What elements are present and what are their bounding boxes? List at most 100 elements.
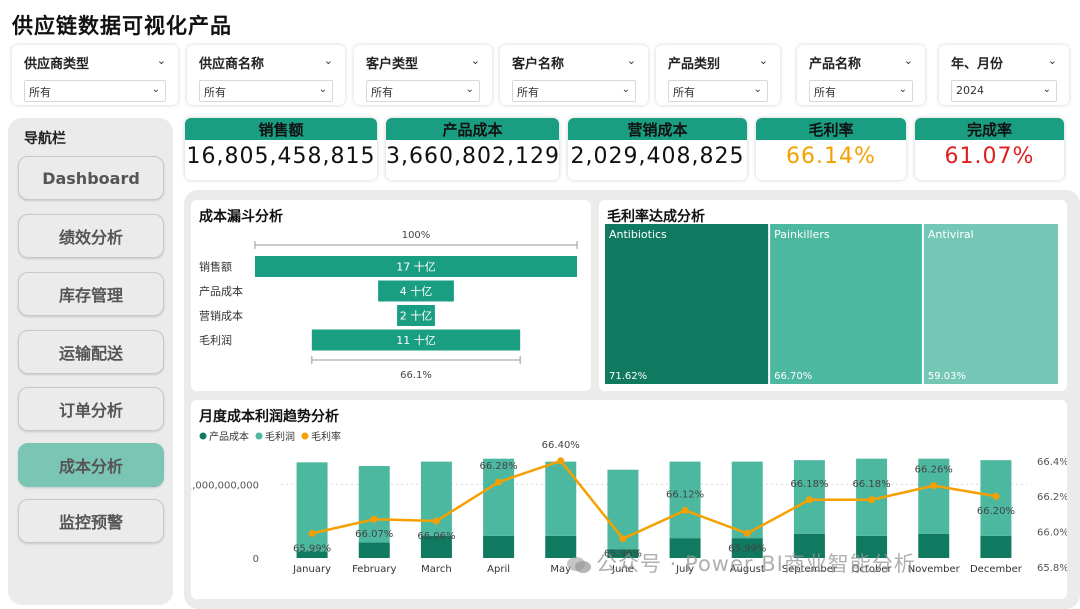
x-tick-label: March: [421, 564, 451, 575]
y-tick-label: 0: [253, 554, 259, 565]
filter-product-name[interactable]: 产品名称 ⌄ 所有 ⌄: [797, 45, 925, 105]
nav-button-alerts[interactable]: 监控预警: [18, 499, 164, 543]
kpi-value: 66.14%: [786, 144, 876, 169]
x-tick-label: January: [292, 564, 331, 575]
filter-label: 供应商名称: [199, 57, 265, 72]
chevron-down-icon[interactable]: ⌄: [759, 54, 768, 67]
kpi-label: 销售额: [185, 118, 377, 140]
treemap-value-label: 59.03%: [928, 371, 966, 382]
watermark-text: 公众号 · Power BI商业智能分析: [596, 552, 916, 576]
main-panel: 成本漏斗分析 100% 销售额 17 十亿 产品成本 4 十亿 营销成本 2 十亿 毛利润 11…: [184, 190, 1080, 609]
y2-tick-label: 66.0%: [1037, 528, 1067, 539]
legend-marker: [199, 432, 207, 440]
margin-point: [868, 496, 876, 504]
filter-select[interactable]: 所有 ⌄: [366, 80, 480, 102]
funnel-category-label: 产品成本: [199, 284, 243, 298]
nav-button-orders[interactable]: 订单分析: [18, 387, 164, 431]
nav-title: 导航栏: [24, 131, 66, 147]
chevron-down-icon[interactable]: ⌄: [324, 54, 333, 67]
funnel-value-label: 17 十亿: [396, 260, 436, 274]
funnel-top-label: 100%: [402, 230, 431, 241]
nav-button-inventory[interactable]: 库存管理: [18, 272, 164, 316]
legend-label: 产品成本: [209, 430, 249, 443]
bar-product-cost: [980, 535, 1012, 558]
y2-tick-label: 66.4%: [1037, 457, 1067, 468]
filter-label: 产品名称: [809, 57, 862, 72]
funnel-value-label: 2 十亿: [400, 309, 433, 323]
margin-data-label: 66.20%: [977, 506, 1015, 517]
treemap-cell: [770, 224, 922, 384]
margin-point: [557, 457, 565, 465]
nav-button-transport[interactable]: 运输配送: [18, 330, 164, 374]
funnel-chart: 100% 销售额 17 十亿产品成本 4 十亿营销成本 2 十亿毛利润 11 十亿 66.1…: [199, 230, 578, 381]
nav-button-cost[interactable]: 成本分析: [18, 443, 164, 487]
margin-point: [743, 529, 751, 537]
legend-label: 毛利率: [311, 430, 341, 443]
y2-tick-label: 66.2%: [1037, 492, 1067, 503]
wechat-icon: [567, 557, 591, 573]
kpi-card-completion-rate: 完成率 61.07%: [915, 118, 1064, 180]
margin-point: [619, 535, 627, 543]
chevron-down-icon: ⌄: [151, 84, 160, 95]
filter-year-month[interactable]: 年、月份 ⌄ 2024 ⌄: [939, 45, 1069, 105]
chevron-down-icon: ⌄: [1042, 84, 1051, 95]
kpi-value: 3,660,802,129: [386, 144, 559, 169]
treemap-cell: [923, 224, 1058, 384]
filter-select[interactable]: 所有 ⌄: [512, 80, 636, 102]
treemap-category-label: Antiviral: [928, 228, 974, 241]
filter-select[interactable]: 2024 ⌄: [951, 80, 1057, 102]
nav-button-dashboard[interactable]: Dashboard: [18, 156, 164, 200]
kpi-card-product-cost: 产品成本 3,660,802,129: [386, 118, 559, 180]
filter-select[interactable]: 所有 ⌄: [24, 80, 166, 102]
margin-point: [681, 506, 689, 514]
filter-customer-name[interactable]: 客户名称 ⌄ 所有 ⌄: [500, 45, 648, 105]
margin-point: [495, 478, 503, 486]
chevron-down-icon: ⌄: [898, 84, 907, 95]
margin-data-label: 66.26%: [915, 465, 953, 476]
treemap-panel: 毛利率达成分析 Antibiotics 71.62% Painkillers 66.7…: [599, 200, 1067, 391]
legend-marker: [301, 432, 309, 440]
chevron-down-icon[interactable]: ⌄: [471, 54, 480, 67]
kpi-value: 16,805,458,815: [186, 144, 376, 169]
margin-data-label: 66.18%: [853, 479, 891, 490]
funnel-panel: 成本漏斗分析 100% 销售额 17 十亿 产品成本 4 十亿 营销成本 2 十亿 毛利润 11…: [191, 200, 591, 391]
funnel-value-label: 11 十亿: [396, 333, 436, 347]
treemap-category-label: Antibiotics: [609, 228, 667, 241]
filter-supplier-type[interactable]: 供应商类型 ⌄ 所有 ⌄: [12, 45, 178, 105]
margin-point: [930, 482, 938, 490]
chevron-down-icon[interactable]: ⌄: [1048, 54, 1057, 67]
bar-gross-profit: [296, 462, 328, 552]
margin-point: [805, 496, 813, 504]
page-title: 供应链数据可视化产品: [12, 14, 232, 38]
kpi-card-marketing-cost: 营销成本 2,029,408,825: [568, 118, 747, 180]
filter-select[interactable]: 所有 ⌄: [809, 80, 913, 102]
treemap-category-label: Painkillers: [774, 228, 830, 241]
margin-data-label: 66.06%: [417, 531, 455, 542]
kpi-label: 完成率: [915, 118, 1064, 140]
margin-point: [370, 515, 378, 523]
filter-select[interactable]: 所有 ⌄: [199, 80, 333, 102]
filter-customer-type[interactable]: 客户类型 ⌄ 所有 ⌄: [354, 45, 492, 105]
filter-select[interactable]: 所有 ⌄: [668, 80, 768, 102]
nav-button-performance[interactable]: 绩效分析: [18, 214, 164, 258]
treemap-cell: [605, 224, 769, 384]
nav-panel: 导航栏 Dashboard 绩效分析 库存管理 运输配送 订单分析 成本分析 监…: [8, 118, 173, 605]
treemap-value-label: 66.70%: [774, 371, 812, 382]
margin-data-label: 66.40%: [542, 440, 580, 451]
chevron-down-icon[interactable]: ⌄: [157, 54, 166, 67]
filter-supplier-name[interactable]: 供应商名称 ⌄ 所有 ⌄: [187, 45, 345, 105]
funnel-category-label: 营销成本: [199, 309, 243, 323]
kpi-card-gross-margin: 毛利率 66.14%: [756, 118, 906, 180]
margin-line: [311, 459, 997, 541]
margin-point: [992, 492, 1000, 500]
chevron-down-icon[interactable]: ⌄: [627, 54, 636, 67]
filter-product-category[interactable]: 产品类别 ⌄ 所有 ⌄: [656, 45, 780, 105]
x-tick-label: February: [352, 564, 396, 575]
filter-label: 年、月份: [951, 57, 1004, 72]
bar-product-cost: [483, 535, 515, 558]
y2-tick-label: 65.8%: [1037, 563, 1067, 574]
chevron-down-icon[interactable]: ⌄: [904, 54, 913, 67]
treemap-chart: Antibiotics 71.62% Painkillers 66.70% Antivi…: [605, 224, 1058, 384]
x-tick-label: December: [970, 564, 1023, 575]
chevron-down-icon: ⌄: [465, 84, 474, 95]
